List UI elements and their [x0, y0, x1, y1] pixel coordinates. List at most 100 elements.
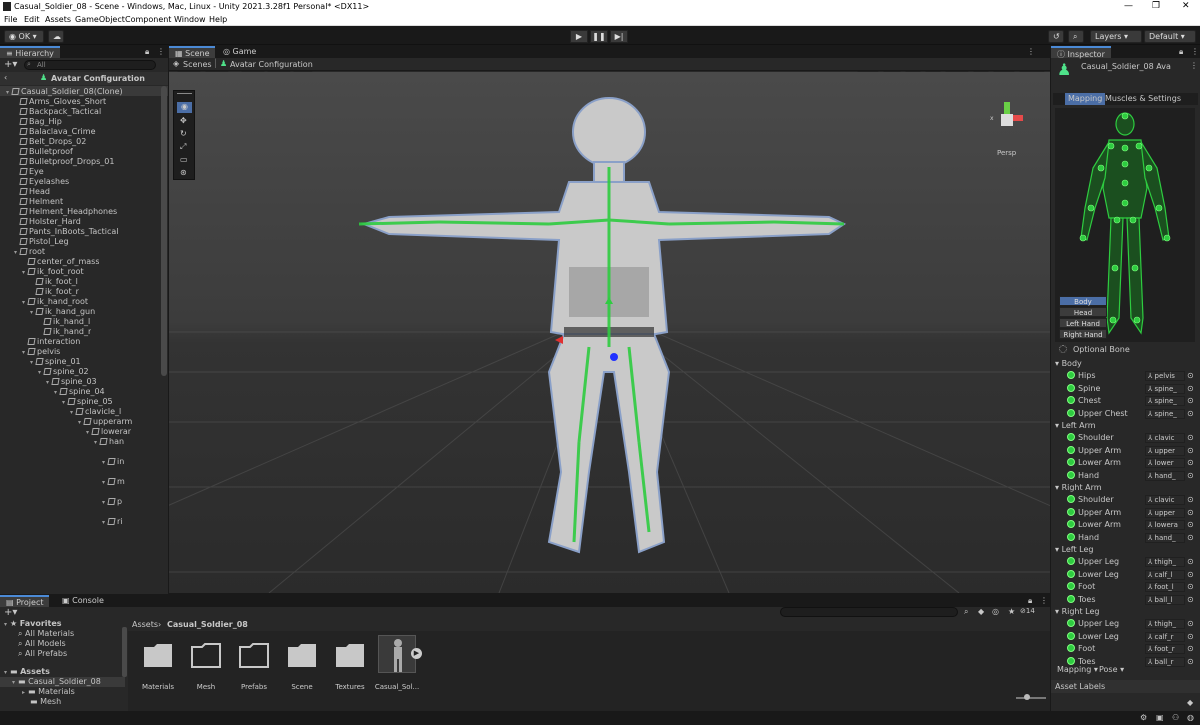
hierarchy-item[interactable]: ik_hand_r — [38, 327, 91, 337]
cloud-icon[interactable]: ☁ — [48, 30, 64, 43]
hierarchy-search-input[interactable]: All — [24, 60, 156, 70]
object-picker-icon[interactable]: ⊙ — [1187, 557, 1194, 566]
favorites-header[interactable]: ▾ ★ Favorites — [4, 619, 62, 629]
object-picker-icon[interactable]: ⊙ — [1187, 582, 1194, 591]
tab-game[interactable]: ◎ Game — [217, 46, 262, 58]
profiler-icon[interactable]: ⚙ — [1140, 713, 1147, 722]
view-tool-icon[interactable]: ◉ — [177, 102, 192, 113]
bone-transform-field[interactable]: ⅄ spine_ — [1145, 396, 1185, 406]
hierarchy-item[interactable]: ▾ Casual_Soldier_08(Clone) — [6, 87, 123, 97]
cache-icon[interactable]: ▣ — [1156, 713, 1164, 722]
object-picker-icon[interactable]: ⊙ — [1187, 632, 1194, 641]
fav-all-prefabs[interactable]: ⌕ All Prefabs — [18, 649, 67, 659]
hierarchy-item[interactable]: Pants_InBoots_Tactical — [14, 227, 119, 237]
history-icon[interactable]: ↺ — [1048, 30, 1064, 43]
object-picker-icon[interactable]: ⊙ — [1187, 384, 1194, 393]
hierarchy-item[interactable]: ▾ upperarm — [78, 417, 132, 427]
object-picker-icon[interactable]: ⊙ — [1187, 458, 1194, 467]
tab-mapping[interactable]: Mapping — [1065, 93, 1106, 105]
bone-transform-field[interactable]: ⅄ upper — [1145, 445, 1185, 456]
search-icon[interactable]: ⌕ — [1068, 30, 1084, 43]
asset-mesh[interactable] — [190, 641, 222, 671]
hierarchy-item[interactable]: interaction — [22, 337, 80, 347]
breadcrumb-assets[interactable]: Assets — [132, 620, 158, 629]
hierarchy-item[interactable]: ▾ p — [102, 497, 122, 507]
create-asset-icon[interactable]: +▾ — [4, 607, 17, 618]
hierarchy-item[interactable]: ▾ lowerar — [86, 427, 131, 437]
step-button[interactable]: ▶| — [610, 30, 628, 43]
tab-inspector[interactable]: ⓘ Inspector — [1051, 46, 1111, 59]
asset-scene[interactable] — [286, 641, 318, 671]
bone-transform-field[interactable]: ⅄ pelvis — [1145, 371, 1185, 381]
bone-transform-field[interactable]: ⅄ lower — [1145, 458, 1185, 468]
scene-view[interactable]: ◉ ✥ ↻ ⤢ ▭ ⊛ x Persp — [169, 72, 1050, 593]
expand-asset-icon[interactable]: ▶ — [411, 648, 422, 659]
maximize-icon[interactable]: ❐ — [1152, 1, 1160, 11]
debug-icon[interactable]: ⚇ — [1172, 713, 1179, 722]
breadcrumb-casual-soldier[interactable]: Casual_Soldier_08 — [167, 620, 248, 629]
bone-transform-field[interactable]: ⅄ calf_l — [1145, 569, 1185, 580]
bone-group-header[interactable]: ▾ Body — [1055, 358, 1082, 369]
bone-transform-field[interactable]: ⅄ upper — [1145, 507, 1185, 518]
head-button[interactable]: Head — [1059, 307, 1107, 317]
hierarchy-item[interactable]: Helment_Headphones — [14, 207, 117, 217]
hierarchy-item[interactable]: ▾ root — [14, 247, 45, 257]
hierarchy-item[interactable]: Eyelashes — [14, 177, 69, 187]
hierarchy-item[interactable]: ▾ ik_foot_root — [22, 267, 84, 277]
hierarchy-item[interactable]: Balaclava_Crime — [14, 127, 96, 137]
bone-skeleton[interactable] — [169, 72, 1050, 593]
menu-gameobject[interactable]: GameObject — [75, 15, 125, 24]
bone-transform-field[interactable]: ⅄ lowera — [1145, 520, 1185, 530]
hierarchy-item[interactable]: ik_hand_l — [38, 317, 90, 327]
object-picker-icon[interactable]: ⊙ — [1187, 495, 1194, 504]
fav-all-materials[interactable]: ⌕ All Materials — [18, 629, 74, 639]
more-menu-icon[interactable]: ⋮ — [157, 47, 165, 56]
rect-tool-icon[interactable]: ▭ — [180, 155, 188, 164]
bone-transform-field[interactable]: ⅄ hand_ — [1145, 532, 1185, 543]
lock-icon[interactable]: 🔒︎ — [145, 47, 149, 57]
project-search-input[interactable] — [780, 607, 958, 617]
hierarchy-item[interactable]: ▾ ik_hand_gun — [30, 307, 95, 317]
slider-handle[interactable] — [1024, 694, 1030, 700]
minimize-icon[interactable]: — — [1124, 1, 1133, 11]
hierarchy-item[interactable]: Arms_Gloves_Short — [14, 97, 106, 107]
hierarchy-item[interactable]: ▾ pelvis — [22, 347, 60, 357]
hierarchy-item[interactable]: Pistol_Leg — [14, 237, 69, 247]
breadcrumb-avatar-config[interactable]: Avatar Configuration — [230, 60, 313, 69]
bone-transform-field[interactable]: ⅄ spine_ — [1145, 383, 1185, 394]
bone-transform-field[interactable]: ⅄ spine_ — [1145, 408, 1185, 419]
favorite-icon[interactable]: ★ — [1008, 607, 1015, 616]
hierarchy-item[interactable]: ik_foot_r — [30, 287, 79, 297]
filter-label-icon[interactable]: ◆ — [978, 607, 984, 616]
hierarchy-item[interactable]: Helment — [14, 197, 63, 207]
tab-console[interactable]: ▣ Console — [56, 595, 110, 607]
hierarchy-item[interactable]: ▾ spine_01 — [30, 357, 81, 367]
hierarchy-scrollbar[interactable] — [161, 86, 167, 376]
bone-group-header[interactable]: ▾ Left Arm — [1055, 420, 1096, 431]
hidden-count[interactable]: ⊘14 — [1020, 607, 1035, 615]
bone-transform-field[interactable]: ⅄ thigh_ — [1145, 557, 1185, 567]
right-hand-button[interactable]: Right Hand — [1059, 329, 1107, 339]
bone-transform-field[interactable]: ⅄ ball_r — [1145, 656, 1185, 667]
hierarchy-item[interactable]: center_of_mass — [22, 257, 99, 267]
bone-group-header[interactable]: ▾ Right Arm — [1055, 482, 1102, 493]
object-picker-icon[interactable]: ⊙ — [1187, 657, 1194, 666]
menu-assets[interactable]: Assets — [45, 15, 71, 24]
hierarchy-item[interactable]: ▾ ri — [102, 517, 123, 527]
hierarchy-item[interactable]: ▾ in — [102, 457, 124, 467]
hierarchy-item[interactable]: ▾ clavicle_l — [70, 407, 121, 417]
bone-transform-field[interactable]: ⅄ foot_r — [1145, 644, 1185, 654]
back-arrow-icon[interactable]: ‹ — [4, 73, 7, 82]
lock-icon[interactable]: 🔒︎ — [1028, 596, 1032, 606]
pivot-gizmo[interactable] — [610, 353, 618, 361]
hierarchy-item[interactable]: Bulletproof_Drops_01 — [14, 157, 114, 167]
perspective-label[interactable]: Persp — [997, 149, 1016, 157]
orientation-gizmo[interactable]: x — [987, 98, 1027, 138]
scale-tool-icon[interactable]: ⤢ — [180, 142, 186, 152]
hierarchy-item[interactable]: ▾ spine_03 — [46, 377, 97, 387]
tab-project[interactable]: ▤ Project — [0, 595, 50, 607]
add-icon[interactable]: +▾ — [4, 59, 17, 70]
layout-dropdown[interactable]: Default ▾ — [1144, 30, 1196, 43]
hierarchy-item[interactable]: Eye — [14, 167, 44, 177]
breadcrumb-scenes[interactable]: Scenes — [183, 60, 212, 69]
